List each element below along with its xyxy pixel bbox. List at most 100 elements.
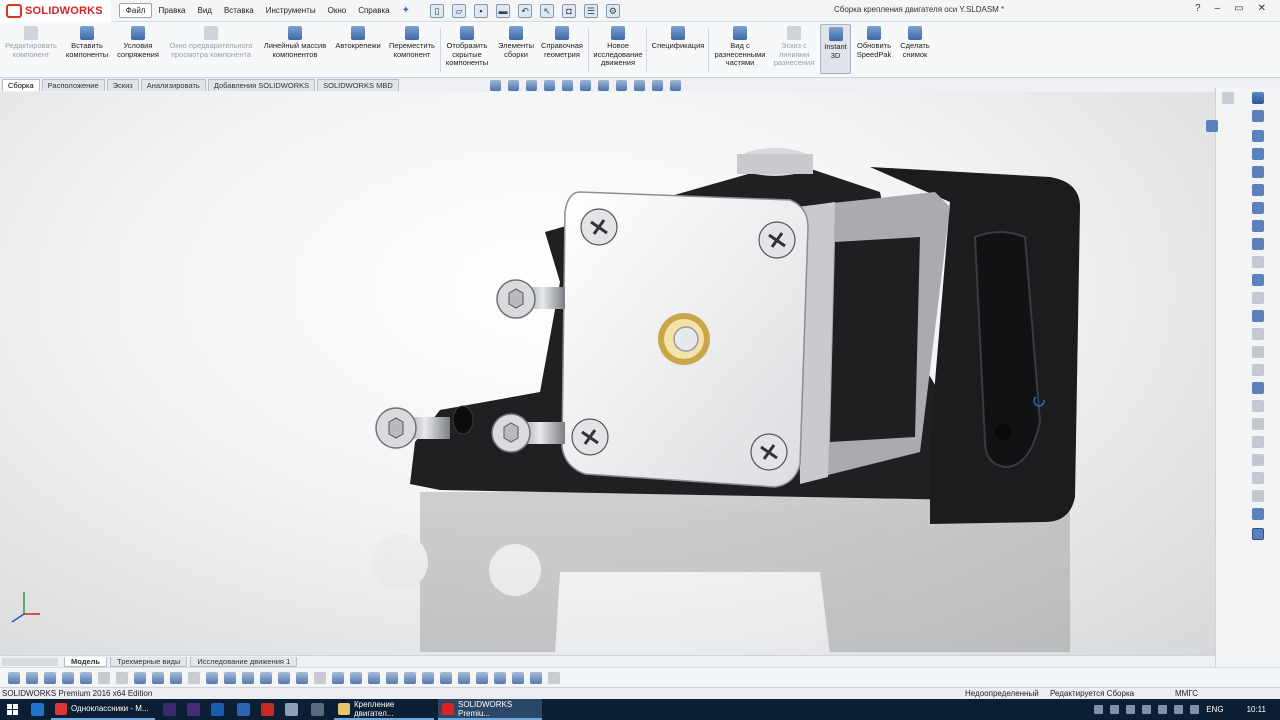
menu-tools[interactable]: Инструменты <box>260 4 322 17</box>
edit-appearance-icon[interactable] <box>634 80 645 91</box>
isometric-view-icon[interactable] <box>494 671 506 684</box>
design-checker-icon[interactable] <box>260 671 272 684</box>
mass-properties-icon[interactable] <box>98 671 110 684</box>
anchor-icon[interactable] <box>368 671 380 684</box>
tray-app-icon[interactable] <box>1126 705 1136 714</box>
slot-icon[interactable] <box>1252 166 1264 178</box>
interference-icon[interactable] <box>152 671 164 684</box>
assembly-visualization-icon[interactable] <box>206 671 218 684</box>
assembly-features-button[interactable]: Элементы сборки <box>494 26 538 59</box>
mate-button[interactable]: Условия сопряжения <box>114 26 162 59</box>
standard-view-right-icon[interactable] <box>440 671 452 684</box>
tab-motion-study[interactable]: Исследование движения 1 <box>190 656 298 667</box>
show-hidden-components-button[interactable]: Отобразить скрытые компоненты <box>442 26 492 68</box>
plane-icon[interactable] <box>1252 292 1264 304</box>
close-button[interactable]: ✕ <box>1258 3 1266 14</box>
tab-model[interactable]: Модель <box>64 656 108 667</box>
file-explorer-icon[interactable] <box>237 703 250 716</box>
dimetric-view-icon[interactable] <box>530 671 542 684</box>
flow-icon[interactable] <box>332 671 344 684</box>
insert-components-button[interactable]: Вставить компоненты <box>62 26 112 59</box>
move-entities-icon[interactable] <box>1252 418 1264 430</box>
instant-3d-button[interactable]: Instant 3D <box>820 24 851 74</box>
save-icon[interactable]: ▪ <box>473 3 488 18</box>
rectangle-icon[interactable] <box>1252 148 1264 160</box>
new-document-icon[interactable]: ▯ <box>429 3 444 18</box>
clearance-icon[interactable] <box>170 671 182 684</box>
section-view-icon[interactable] <box>544 80 555 91</box>
trimetric-view-icon[interactable] <box>512 671 524 684</box>
photoshop-icon[interactable] <box>211 703 224 716</box>
home-icon[interactable] <box>1206 120 1218 132</box>
simulation-icon[interactable] <box>314 671 326 684</box>
polygon-icon[interactable] <box>1252 274 1264 286</box>
app-icon[interactable] <box>311 703 324 716</box>
line-icon[interactable] <box>1252 130 1264 142</box>
taskbar-app-odnoklassniki[interactable]: Одноклассники - М... <box>51 699 155 720</box>
select-icon[interactable]: ↖ <box>539 3 554 18</box>
edit-component-button[interactable]: Редактировать компонент <box>4 26 58 59</box>
point-icon[interactable] <box>1252 310 1264 322</box>
pdf-icon[interactable] <box>261 703 274 716</box>
standard-view-back-icon[interactable] <box>404 671 416 684</box>
previous-view-icon[interactable] <box>526 80 537 91</box>
repair-sketch-icon[interactable] <box>1252 454 1264 466</box>
component-preview-button[interactable]: Окно предварительного просмотра компонен… <box>166 26 256 59</box>
menu-window[interactable]: Окно <box>322 4 353 17</box>
performance-icon[interactable] <box>224 671 236 684</box>
tab-addins[interactable]: Добавления SOLIDWORKS <box>207 79 316 91</box>
standard-view-front-icon[interactable] <box>386 671 398 684</box>
plastics-icon[interactable] <box>350 671 362 684</box>
hide-show-items-icon[interactable] <box>616 80 627 91</box>
view-orientation-icon[interactable] <box>580 80 591 91</box>
view-settings-icon[interactable] <box>670 80 681 91</box>
print-icon[interactable]: ▬ <box>495 3 510 18</box>
volume-icon[interactable] <box>1174 705 1184 714</box>
help-icon[interactable]: ? <box>1195 3 1201 14</box>
edit-sketch-icon[interactable] <box>62 671 74 684</box>
measure-icon[interactable] <box>80 671 92 684</box>
taskbar-app-solidworks[interactable]: SOLIDWORKS Premiu... <box>438 699 542 720</box>
zoom-icon[interactable] <box>26 671 38 684</box>
display-relations-icon[interactable] <box>1252 436 1264 448</box>
dynamic-annotation-icon[interactable] <box>562 80 573 91</box>
windows-start-icon[interactable] <box>7 704 18 715</box>
hole-alignment-icon[interactable] <box>188 671 200 684</box>
pattern-icon[interactable] <box>1252 400 1264 412</box>
tab-evaluate[interactable]: Анализировать <box>140 79 206 91</box>
taskbar-app-word[interactable]: Крепление двигател... <box>334 699 434 720</box>
compare-icon[interactable] <box>242 671 254 684</box>
standard-view-bottom-icon[interactable] <box>476 671 488 684</box>
minimize-button[interactable]: – <box>1215 3 1221 14</box>
reference-geometry-button[interactable]: Справочная геометрия <box>538 26 586 59</box>
zoom-to-fit-icon[interactable] <box>490 80 501 91</box>
edge-icon[interactable] <box>31 703 44 716</box>
arc-icon[interactable] <box>1252 202 1264 214</box>
tab-scroll-arrows[interactable] <box>2 657 58 666</box>
prelude-icon[interactable] <box>187 703 200 716</box>
viewport-tile-icon[interactable] <box>1222 92 1234 104</box>
circle-icon[interactable] <box>1252 184 1264 196</box>
tray-app-icon[interactable] <box>1142 705 1152 714</box>
smart-fasteners-button[interactable]: Автокрепежи <box>332 26 384 51</box>
bill-of-materials-button[interactable]: Спецификация <box>648 26 708 51</box>
menu-file[interactable]: Файл <box>118 3 153 18</box>
rapid-sketch-icon[interactable] <box>1252 490 1264 502</box>
clock[interactable]: 10:11 <box>1247 705 1266 714</box>
maximize-button[interactable]: ▭ <box>1234 3 1243 14</box>
options-gear-icon[interactable]: ⚙ <box>605 3 620 18</box>
standard-view-left-icon[interactable] <box>422 671 434 684</box>
menu-edit[interactable]: Правка <box>152 4 191 17</box>
rotate-icon[interactable] <box>44 671 56 684</box>
language-indicator[interactable]: ENG <box>1206 705 1223 714</box>
tab-layout[interactable]: Расположение <box>41 79 105 91</box>
sketch-icon[interactable] <box>1252 92 1264 104</box>
smart-dimension-icon[interactable] <box>1252 110 1264 122</box>
convert-entities-icon[interactable] <box>1252 346 1264 358</box>
premiere-icon[interactable] <box>163 703 176 716</box>
new-motion-study-button[interactable]: Новое исследование движения <box>590 26 646 68</box>
network-icon[interactable] <box>1158 705 1168 714</box>
spline-icon[interactable] <box>1252 220 1264 232</box>
tab-assembly[interactable]: Сборка <box>2 79 40 91</box>
fillet-icon[interactable] <box>1252 256 1264 268</box>
